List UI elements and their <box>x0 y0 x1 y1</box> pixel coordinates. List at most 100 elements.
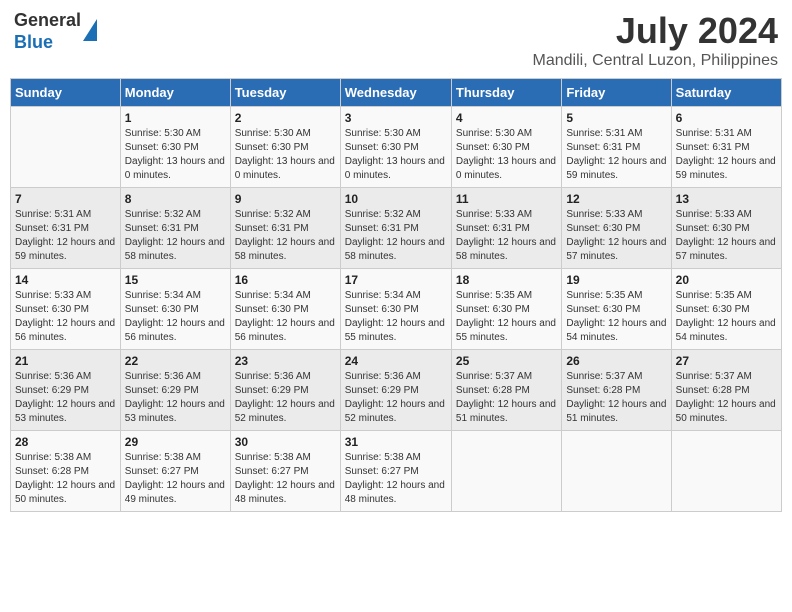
calendar-cell <box>671 431 781 512</box>
day-info: Sunrise: 5:30 AMSunset: 6:30 PMDaylight:… <box>125 127 226 183</box>
calendar-cell: 18 Sunrise: 5:35 AMSunset: 6:30 PMDayligh… <box>451 269 561 350</box>
calendar-cell <box>451 431 561 512</box>
calendar-header-saturday: Saturday <box>671 79 781 107</box>
day-info: Sunrise: 5:36 AMSunset: 6:29 PMDaylight:… <box>235 370 336 426</box>
logo-blue-text: Blue <box>14 32 53 52</box>
day-number: 16 <box>235 273 336 287</box>
calendar-header-row: SundayMondayTuesdayWednesdayThursdayFrid… <box>11 79 782 107</box>
calendar-cell: 12Sunrise: 5:33 AMSunset: 6:30 PMDayligh… <box>562 188 671 269</box>
calendar-week-row: 28 Sunrise: 5:38 AMSunset: 6:28 PMDayligh… <box>11 431 782 512</box>
day-number: 26 <box>566 354 666 368</box>
day-number: 5 <box>566 111 666 125</box>
day-info: Sunrise: 5:33 AMSunset: 6:30 PMDaylight:… <box>676 208 777 264</box>
day-info: Sunrise: 5:38 AMSunset: 6:28 PMDaylight:… <box>15 451 116 507</box>
calendar-week-row: 7 Sunrise: 5:31 AMSunset: 6:31 PMDaylight… <box>11 188 782 269</box>
day-number: 2 <box>235 111 336 125</box>
title-section: July 2024 Mandili, Central Luzon, Philip… <box>533 10 778 70</box>
day-info: Sunrise: 5:32 AMSunset: 6:31 PMDaylight:… <box>235 208 336 264</box>
day-number: 18 <box>456 273 557 287</box>
day-info: Sunrise: 5:38 AMSunset: 6:27 PMDaylight:… <box>345 451 447 507</box>
day-info: Sunrise: 5:31 AMSunset: 6:31 PMDaylight:… <box>566 127 666 183</box>
calendar-cell: 27 Sunrise: 5:37 AMSunset: 6:28 PMDayligh… <box>671 350 781 431</box>
day-info: Sunrise: 5:37 AMSunset: 6:28 PMDaylight:… <box>566 370 666 426</box>
calendar-header-thursday: Thursday <box>451 79 561 107</box>
calendar-cell: 22 Sunrise: 5:36 AMSunset: 6:29 PMDayligh… <box>120 350 230 431</box>
calendar-cell: 8 Sunrise: 5:32 AMSunset: 6:31 PMDaylight… <box>120 188 230 269</box>
day-number: 20 <box>676 273 777 287</box>
calendar-cell: 31 Sunrise: 5:38 AMSunset: 6:27 PMDayligh… <box>340 431 451 512</box>
day-info: Sunrise: 5:36 AMSunset: 6:29 PMDaylight:… <box>345 370 447 426</box>
calendar-cell: 16 Sunrise: 5:34 AMSunset: 6:30 PMDayligh… <box>230 269 340 350</box>
day-info: Sunrise: 5:37 AMSunset: 6:28 PMDaylight:… <box>676 370 777 426</box>
day-number: 14 <box>15 273 116 287</box>
day-info: Sunrise: 5:33 AMSunset: 6:30 PMDaylight:… <box>566 208 666 264</box>
month-title: July 2024 <box>533 10 778 52</box>
day-info: Sunrise: 5:34 AMSunset: 6:30 PMDaylight:… <box>235 289 336 345</box>
day-info: Sunrise: 5:34 AMSunset: 6:30 PMDaylight:… <box>345 289 447 345</box>
calendar-cell: 6 Sunrise: 5:31 AMSunset: 6:31 PMDaylight… <box>671 107 781 188</box>
calendar-cell: 2Sunrise: 5:30 AMSunset: 6:30 PMDaylight… <box>230 107 340 188</box>
calendar-cell: 24 Sunrise: 5:36 AMSunset: 6:29 PMDayligh… <box>340 350 451 431</box>
day-info: Sunrise: 5:36 AMSunset: 6:29 PMDaylight:… <box>125 370 226 426</box>
day-info: Sunrise: 5:30 AMSunset: 6:30 PMDaylight:… <box>345 127 447 183</box>
calendar-cell: 29 Sunrise: 5:38 AMSunset: 6:27 PMDayligh… <box>120 431 230 512</box>
calendar-cell: 20 Sunrise: 5:35 AMSunset: 6:30 PMDayligh… <box>671 269 781 350</box>
day-number: 3 <box>345 111 447 125</box>
calendar-cell: 4Sunrise: 5:30 AMSunset: 6:30 PMDaylight… <box>451 107 561 188</box>
calendar-cell: 25Sunrise: 5:37 AMSunset: 6:28 PMDayligh… <box>451 350 561 431</box>
day-info: Sunrise: 5:35 AMSunset: 6:30 PMDaylight:… <box>676 289 777 345</box>
day-number: 24 <box>345 354 447 368</box>
calendar-cell: 7 Sunrise: 5:31 AMSunset: 6:31 PMDaylight… <box>11 188 121 269</box>
day-info: Sunrise: 5:32 AMSunset: 6:31 PMDaylight:… <box>345 208 447 264</box>
logo-general-text: General <box>14 10 81 30</box>
calendar-cell: 17Sunrise: 5:34 AMSunset: 6:30 PMDayligh… <box>340 269 451 350</box>
calendar-header-monday: Monday <box>120 79 230 107</box>
calendar-cell: 13 Sunrise: 5:33 AMSunset: 6:30 PMDayligh… <box>671 188 781 269</box>
day-number: 7 <box>15 192 116 206</box>
day-number: 30 <box>235 435 336 449</box>
day-info: Sunrise: 5:35 AMSunset: 6:30 PMDaylight:… <box>456 289 557 345</box>
day-number: 27 <box>676 354 777 368</box>
day-info: Sunrise: 5:37 AMSunset: 6:28 PMDaylight:… <box>456 370 557 426</box>
day-number: 1 <box>125 111 226 125</box>
day-number: 23 <box>235 354 336 368</box>
day-info: Sunrise: 5:33 AMSunset: 6:30 PMDaylight:… <box>15 289 116 345</box>
day-info: Sunrise: 5:34 AMSunset: 6:30 PMDaylight:… <box>125 289 226 345</box>
calendar-table: SundayMondayTuesdayWednesdayThursdayFrid… <box>10 78 782 512</box>
calendar-cell: 21Sunrise: 5:36 AMSunset: 6:29 PMDayligh… <box>11 350 121 431</box>
calendar-cell: 28 Sunrise: 5:38 AMSunset: 6:28 PMDayligh… <box>11 431 121 512</box>
day-info: Sunrise: 5:38 AMSunset: 6:27 PMDaylight:… <box>235 451 336 507</box>
day-number: 6 <box>676 111 777 125</box>
day-number: 13 <box>676 192 777 206</box>
day-number: 21 <box>15 354 116 368</box>
calendar-week-row: 14 Sunrise: 5:33 AMSunset: 6:30 PMDayligh… <box>11 269 782 350</box>
calendar-cell: 14 Sunrise: 5:33 AMSunset: 6:30 PMDayligh… <box>11 269 121 350</box>
calendar-cell: 15 Sunrise: 5:34 AMSunset: 6:30 PMDayligh… <box>120 269 230 350</box>
calendar-cell: 1 Sunrise: 5:30 AMSunset: 6:30 PMDaylight… <box>120 107 230 188</box>
day-number: 22 <box>125 354 226 368</box>
calendar-cell: 19Sunrise: 5:35 AMSunset: 6:30 PMDayligh… <box>562 269 671 350</box>
calendar-cell: 10Sunrise: 5:32 AMSunset: 6:31 PMDayligh… <box>340 188 451 269</box>
day-info: Sunrise: 5:30 AMSunset: 6:30 PMDaylight:… <box>456 127 557 183</box>
day-info: Sunrise: 5:32 AMSunset: 6:31 PMDaylight:… <box>125 208 226 264</box>
day-number: 28 <box>15 435 116 449</box>
calendar-header-wednesday: Wednesday <box>340 79 451 107</box>
day-number: 8 <box>125 192 226 206</box>
calendar-week-row: 1 Sunrise: 5:30 AMSunset: 6:30 PMDaylight… <box>11 107 782 188</box>
calendar-header-friday: Friday <box>562 79 671 107</box>
logo: General Blue <box>14 10 97 53</box>
day-number: 11 <box>456 192 557 206</box>
calendar-cell <box>11 107 121 188</box>
day-number: 15 <box>125 273 226 287</box>
day-number: 31 <box>345 435 447 449</box>
logo-icon <box>83 19 97 41</box>
calendar-week-row: 21 Sunrise: 5:36 AMSunset: 6:29 PMDayligh… <box>11 350 782 431</box>
day-info: Sunrise: 5:38 AMSunset: 6:27 PMDaylight:… <box>125 451 226 507</box>
day-number: 29 <box>125 435 226 449</box>
day-info: Sunrise: 5:31 AMSunset: 6:31 PMDaylight:… <box>15 208 116 264</box>
day-info: Sunrise: 5:33 AMSunset: 6:31 PMDaylight:… <box>456 208 557 264</box>
calendar-cell: 11 Sunrise: 5:33 AMSunset: 6:31 PMDayligh… <box>451 188 561 269</box>
calendar-cell: 26 Sunrise: 5:37 AMSunset: 6:28 PMDayligh… <box>562 350 671 431</box>
calendar-cell: 23 Sunrise: 5:36 AMSunset: 6:29 PMDayligh… <box>230 350 340 431</box>
day-info: Sunrise: 5:31 AMSunset: 6:31 PMDaylight:… <box>676 127 777 183</box>
